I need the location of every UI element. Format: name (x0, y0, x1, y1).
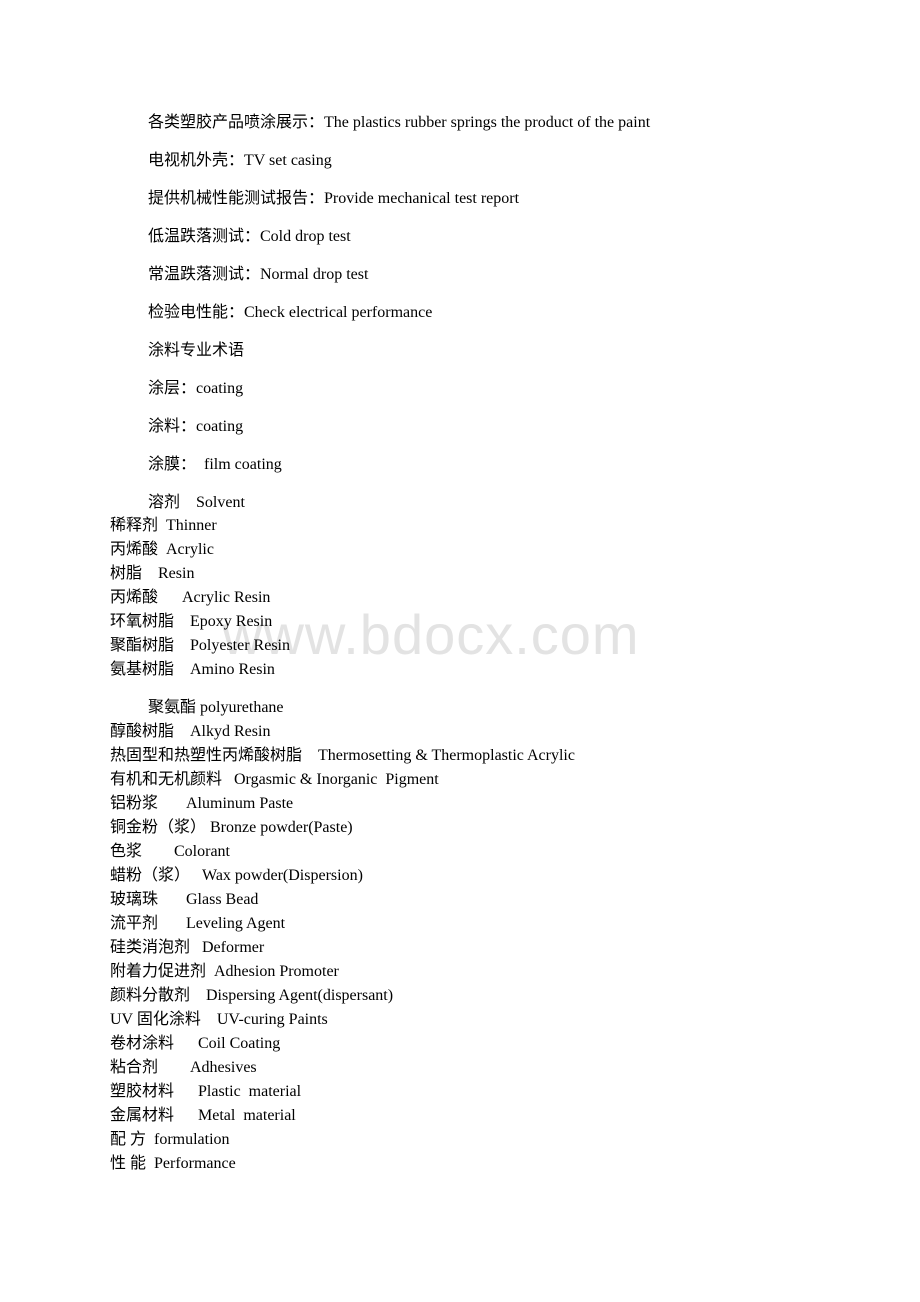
term-line: 稀释剂 Thinner (110, 517, 217, 534)
term-line: 塑胶材料 Plastic material (110, 1083, 302, 1100)
term-line: 丙烯酸 Acrylic Resin (110, 589, 271, 606)
term-line: 玻璃珠 Glass Bead (110, 891, 259, 908)
term-line: 提供机械性能测试报告：Provide mechanical test repor… (148, 190, 520, 207)
term-line: 各类塑胶产品喷涂展示：The plastics rubber springs t… (148, 114, 651, 131)
term-line: 铝粉浆 Aluminum Paste (110, 795, 294, 812)
term-line: 氨基树脂 Amino Resin (110, 661, 275, 678)
term-line: 金属材料 Metal material (110, 1107, 296, 1124)
term-line: 硅类消泡剂 Deformer (110, 939, 265, 956)
term-line: 低温跌落测试：Cold drop test (148, 228, 351, 245)
term-line: 粘合剂 Adhesives (110, 1059, 257, 1076)
term-line: 性 能 Performance (110, 1155, 236, 1172)
term-line: 有机和无机颜料 Orgasmic & Inorganic Pigment (110, 771, 439, 788)
term-line: 卷材涂料 Coil Coating (110, 1035, 281, 1052)
section-heading: 涂料专业术语 (148, 342, 245, 359)
term-line: 丙烯酸 Acrylic (110, 541, 214, 558)
term-line: 聚氨酯 polyurethane (148, 699, 284, 716)
term-line: 配 方 formulation (110, 1131, 230, 1148)
term-line: 流平剂 Leveling Agent (110, 915, 286, 932)
term-line: 涂膜： film coating (148, 456, 282, 473)
term-line: 蜡粉（浆） Wax powder(Dispersion) (110, 867, 363, 884)
term-line: 检验电性能：Check electrical performance (148, 304, 433, 321)
term-line: 涂料：coating (148, 418, 244, 435)
term-line: 树脂 Resin (110, 565, 195, 582)
term-line: 聚酯树脂 Polyester Resin (110, 637, 290, 654)
term-line: 附着力促进剂 Adhesion Promoter (110, 963, 339, 980)
term-line: 醇酸树脂 Alkyd Resin (110, 723, 271, 740)
term-line: 颜料分散剂 Dispersing Agent(dispersant) (110, 987, 394, 1004)
term-line: 热固型和热塑性丙烯酸树脂 Thermosetting & Thermoplast… (110, 747, 575, 764)
watermark: www.bdocx.com (222, 603, 640, 666)
term-line: 溶剂 Solvent (148, 494, 245, 511)
term-line: 涂层：coating (148, 380, 244, 397)
term-line: 色浆 Colorant (110, 843, 230, 860)
term-line: 环氧树脂 Epoxy Resin (110, 613, 273, 630)
term-line: 常温跌落测试：Normal drop test (148, 266, 369, 283)
term-line: 电视机外壳：TV set casing (148, 152, 332, 169)
term-line: UV 固化涂料 UV-curing Paints (110, 1011, 328, 1028)
term-line: 铜金粉（浆） Bronze powder(Paste) (110, 819, 353, 836)
